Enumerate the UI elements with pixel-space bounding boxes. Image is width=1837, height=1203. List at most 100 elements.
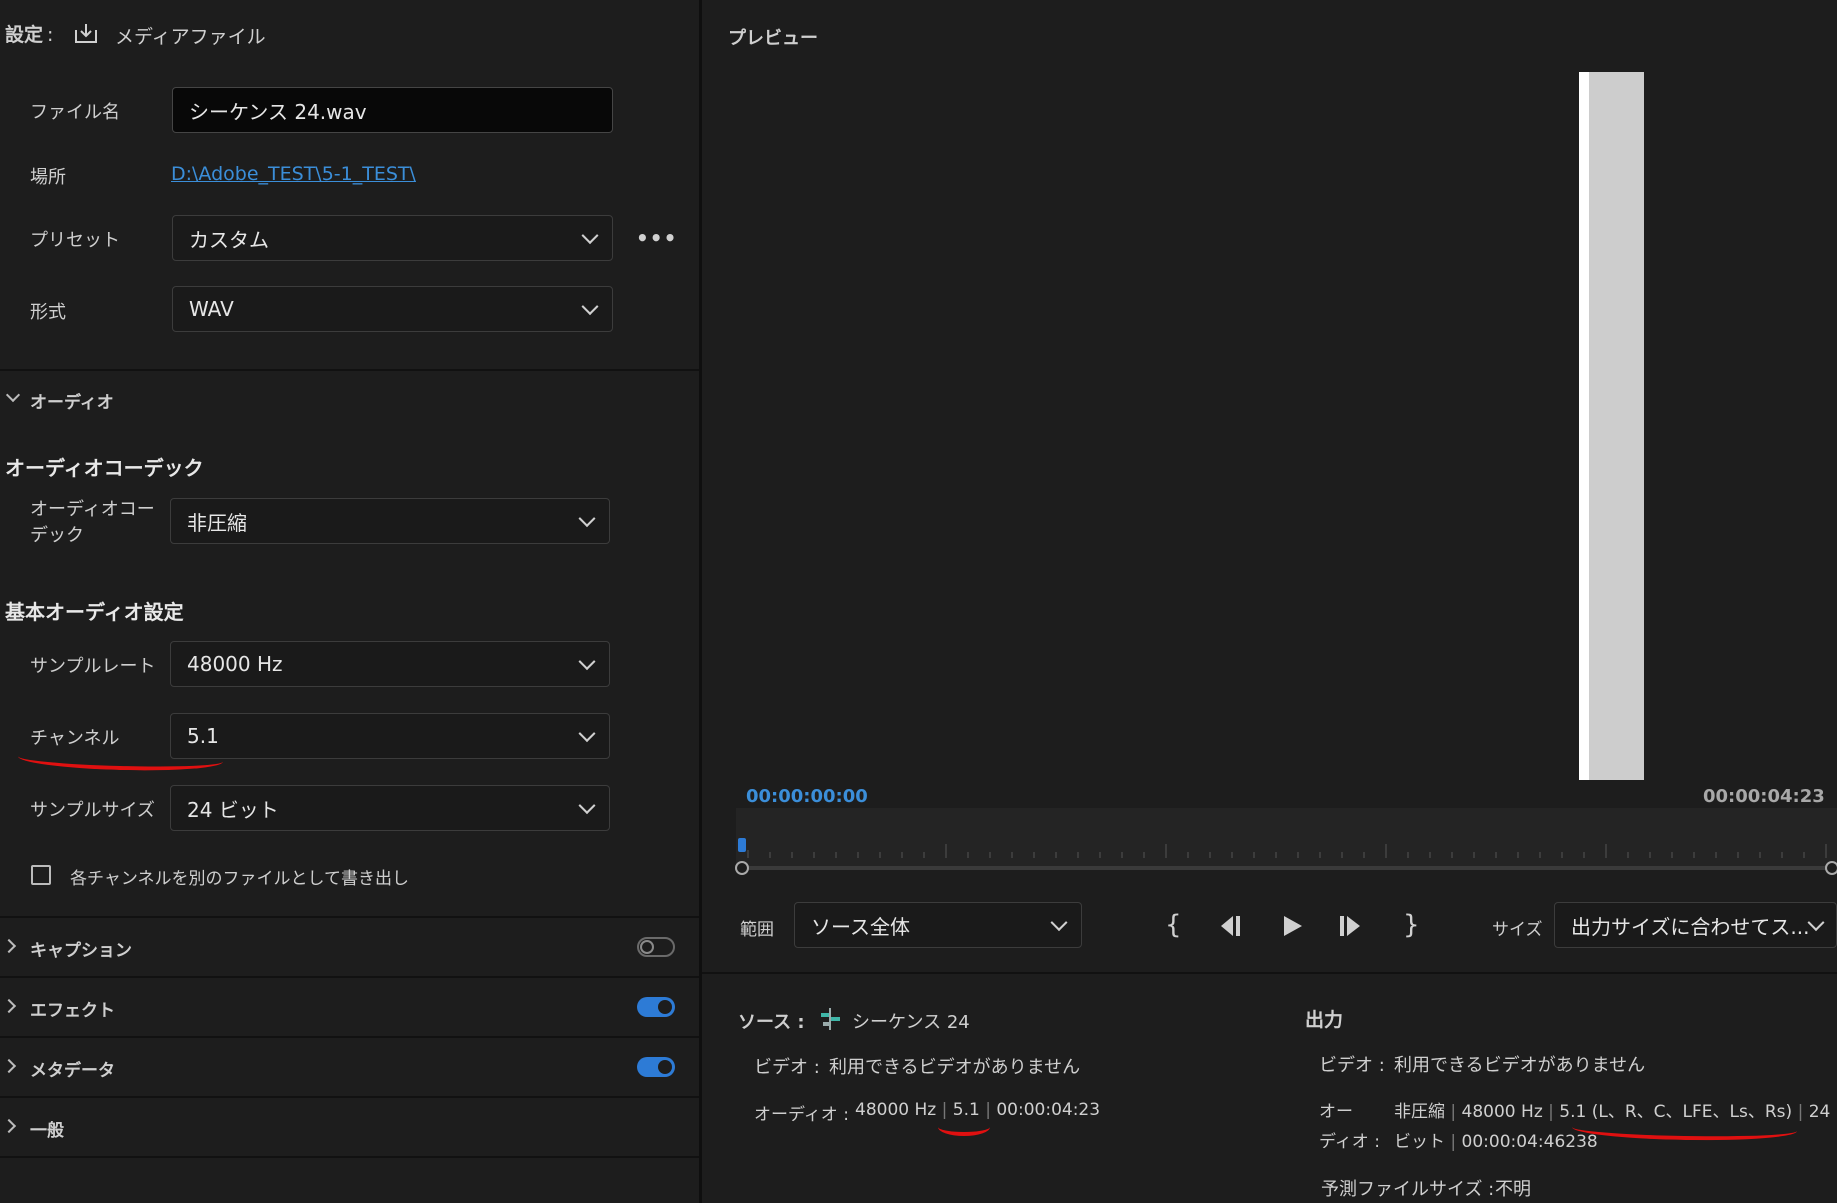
channel-label: チャンネル	[30, 728, 120, 749]
preset-label: プリセット	[30, 230, 120, 251]
output-label: 出力	[1305, 1009, 1344, 1031]
settings-title: 設定:	[5, 24, 54, 46]
media-file-label: メディアファイル	[115, 26, 266, 48]
output-audio-codec: 非圧縮	[1394, 1102, 1445, 1122]
step-back-icon[interactable]	[1217, 914, 1245, 938]
source-audio-channels: 5.1	[952, 1100, 980, 1120]
mark-out-icon[interactable]: }	[1403, 910, 1420, 940]
mark-in-icon[interactable]: {	[1165, 910, 1182, 940]
section-divider	[0, 916, 699, 918]
location-label: 場所	[30, 167, 66, 188]
output-audio-info-line2: ビット | 00:00:04:46238	[1394, 1132, 1598, 1152]
format-value: WAV	[189, 297, 234, 321]
chevron-down-icon	[581, 298, 599, 316]
effects-section-toggle[interactable]: エフェクト	[30, 996, 115, 1021]
chevron-right-icon[interactable]	[1, 938, 17, 954]
chevron-down-icon	[578, 725, 596, 743]
audio-codec-value: 非圧縮	[187, 510, 247, 535]
settings-panel: 設定: メディアファイル ファイル名 シーケンス 24.wav 場所 D:\Ad…	[0, 0, 700, 1203]
est-size-value: 不明	[1495, 1179, 1531, 1200]
source-video-value: 利用できるビデオがありません	[829, 1057, 1081, 1078]
file-name-value: シーケンス 24.wav	[189, 99, 367, 124]
output-video-label: ビデオ :	[1319, 1055, 1385, 1076]
preview-frame	[1589, 72, 1644, 780]
play-icon[interactable]	[1280, 914, 1304, 938]
metadata-section-toggle[interactable]: メタデータ	[30, 1056, 115, 1081]
sample-size-dropdown[interactable]: 24 ビット	[170, 785, 610, 831]
section-divider	[0, 976, 699, 978]
sample-size-label: サンプルサイズ	[30, 800, 155, 821]
chevron-right-icon[interactable]	[1, 1118, 17, 1134]
source-audio-rate: 48000 Hz	[855, 1100, 937, 1120]
chevron-down-icon	[581, 227, 599, 245]
chevron-down-icon	[1807, 914, 1825, 932]
source-sequence-name: シーケンス 24	[852, 1012, 970, 1033]
timeline-ruler[interactable]	[736, 808, 1837, 868]
output-audio-bits: 24	[1808, 1102, 1831, 1122]
timecode-duration: 00:00:04:23	[1703, 786, 1825, 807]
size-label: サイズ	[1492, 920, 1543, 940]
out-point-handle[interactable]	[1825, 861, 1837, 875]
preview-frame-edge	[1579, 72, 1589, 780]
audio-codec-label: オーディオコーデック	[30, 499, 155, 546]
range-label: 範囲	[740, 920, 774, 940]
source-video-label: ビデオ :	[754, 1057, 820, 1078]
effects-toggle[interactable]	[637, 997, 675, 1017]
timecode-current[interactable]: 00:00:00:00	[746, 786, 868, 807]
chevron-down-icon	[578, 797, 596, 815]
chevron-down-icon	[578, 653, 596, 671]
section-divider	[0, 1096, 699, 1098]
preview-panel: プレビュー 00:00:00:00 00:00:04:23 範囲 ソース全体 {…	[702, 0, 1837, 1203]
source-audio-label: オーディオ :	[754, 1105, 849, 1125]
more-options-icon[interactable]: •••	[636, 226, 677, 250]
channel-value: 5.1	[187, 724, 219, 748]
source-channel-annotation	[938, 1118, 990, 1136]
section-divider	[0, 1036, 699, 1038]
preset-dropdown[interactable]: カスタム	[172, 215, 613, 261]
source-audio-info: 48000 Hz | 5.1 | 00:00:04:23	[855, 1100, 1101, 1120]
chevron-down-icon[interactable]	[5, 387, 21, 403]
range-dropdown[interactable]: ソース全体	[794, 902, 1082, 948]
format-dropdown[interactable]: WAV	[172, 286, 613, 332]
source-audio-duration: 00:00:04:23	[996, 1100, 1101, 1120]
chevron-down-icon	[578, 510, 596, 528]
sequence-icon	[821, 1008, 840, 1030]
output-audio-rate: 48000 Hz	[1461, 1102, 1543, 1122]
timeline-ticks	[747, 844, 1827, 858]
general-section-toggle[interactable]: 一般	[30, 1116, 64, 1141]
basic-audio-heading: 基本オーディオ設定	[5, 600, 184, 624]
section-divider	[702, 972, 1837, 974]
caption-section-toggle[interactable]: キャプション	[30, 936, 132, 961]
chevron-right-icon[interactable]	[1, 1058, 17, 1074]
file-name-label: ファイル名	[30, 102, 120, 123]
sample-rate-value: 48000 Hz	[187, 652, 283, 676]
metadata-toggle[interactable]	[637, 1057, 675, 1077]
output-video-value: 利用できるビデオがありません	[1394, 1055, 1646, 1076]
source-label: ソース :	[738, 1012, 805, 1033]
audio-section-toggle[interactable]: オーディオ	[30, 388, 114, 413]
audio-codec-dropdown[interactable]: 非圧縮	[170, 498, 610, 544]
output-audio-label-1: オー	[1319, 1102, 1353, 1122]
playhead[interactable]	[738, 838, 746, 852]
work-area-bar[interactable]	[738, 866, 1833, 870]
in-point-handle[interactable]	[735, 861, 749, 875]
output-audio-bits-unit: ビット	[1394, 1132, 1445, 1152]
sample-rate-dropdown[interactable]: 48000 Hz	[170, 641, 610, 687]
preset-value: カスタム	[189, 227, 269, 252]
file-name-input[interactable]: シーケンス 24.wav	[172, 87, 613, 133]
range-value: ソース全体	[811, 914, 910, 939]
chevron-right-icon[interactable]	[1, 998, 17, 1014]
output-audio-label-2: ディオ :	[1319, 1132, 1380, 1152]
size-dropdown[interactable]: 出力サイズに合わせてス...	[1554, 902, 1837, 948]
format-label: 形式	[30, 302, 66, 323]
download-icon	[75, 24, 97, 43]
channel-dropdown[interactable]: 5.1	[170, 713, 610, 759]
sample-rate-label: サンプルレート	[30, 656, 156, 677]
location-link[interactable]: D:\Adobe_TEST\5-1_TEST\	[171, 163, 416, 185]
section-divider	[0, 369, 699, 371]
step-forward-icon[interactable]	[1336, 914, 1364, 938]
preview-title: プレビュー	[728, 28, 818, 49]
audio-codec-heading: オーディオコーデック	[5, 456, 204, 480]
caption-toggle[interactable]	[637, 937, 675, 957]
separate-files-checkbox[interactable]	[31, 865, 51, 885]
